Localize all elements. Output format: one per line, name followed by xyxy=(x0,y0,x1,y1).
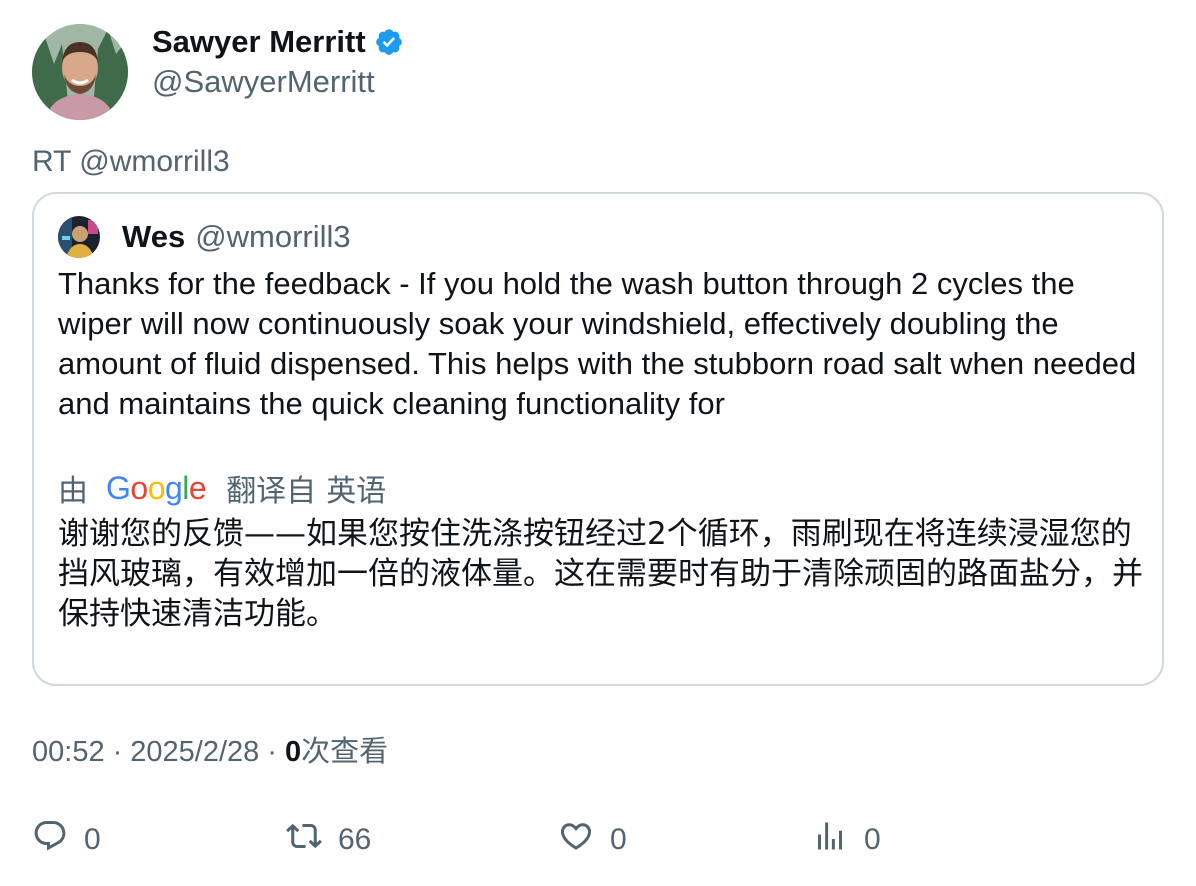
google-logo: Google xyxy=(106,469,207,506)
meta-separator: · xyxy=(267,736,277,768)
translation-by-label: 由 xyxy=(58,475,88,508)
action-bar: 0 66 0 0 xyxy=(32,818,1164,862)
views-count: 0 xyxy=(284,736,302,768)
retweet-button[interactable]: 66 xyxy=(286,818,371,862)
reply-button[interactable]: 0 xyxy=(32,818,101,862)
author-handle[interactable]: @SawyerMerritt xyxy=(152,62,404,102)
like-button[interactable]: 0 xyxy=(558,818,627,862)
translation-from-label: 翻译自 xyxy=(226,475,317,508)
like-count: 0 xyxy=(610,823,627,856)
analytics-icon xyxy=(812,818,848,862)
translation-attribution: 由 Google 翻译自 英语 xyxy=(58,466,386,510)
retweet-icon xyxy=(286,818,322,862)
heart-icon xyxy=(558,818,594,862)
views-action-count: 0 xyxy=(864,823,881,856)
retweet-count: 66 xyxy=(338,823,372,856)
views-label: 次查看 xyxy=(301,736,389,768)
reply-count: 0 xyxy=(84,823,101,856)
tweet-time[interactable]: 00:52 xyxy=(32,732,105,772)
views-button[interactable]: 0 xyxy=(812,818,881,862)
author-avatar[interactable] xyxy=(32,24,128,120)
tweet-date[interactable]: 2025/2/28 xyxy=(130,732,259,772)
author-display-name[interactable]: Sawyer Merritt xyxy=(152,24,366,60)
meta-separator: · xyxy=(112,736,123,768)
tweet-text: RT @wmorrill3 xyxy=(32,145,230,178)
quoted-tweet-header: Wes @wmorrill3 xyxy=(58,216,351,258)
quoted-author-avatar[interactable] xyxy=(58,216,100,258)
quoted-display-name[interactable]: Wes xyxy=(122,219,185,255)
verified-badge-icon xyxy=(374,27,404,57)
reply-icon xyxy=(32,818,68,862)
tweet-meta: 00:52 · 2025/2/28 · 0 次查看 xyxy=(32,732,388,772)
quoted-tweet-text: Thanks for the feedback - If you hold th… xyxy=(58,266,1137,421)
translated-text: 谢谢您的反馈——如果您按住洗涤按钮经过2个循环，雨刷现在将连续浸湿您的挡风玻璃，… xyxy=(58,516,1143,632)
translation-language: 英语 xyxy=(326,475,387,508)
quoted-handle[interactable]: @wmorrill3 xyxy=(195,219,350,255)
tweet-header: Sawyer Merritt @SawyerMerritt xyxy=(32,24,404,120)
quoted-tweet-card[interactable]: Wes @wmorrill3 Thanks for the feedback -… xyxy=(32,192,1164,686)
